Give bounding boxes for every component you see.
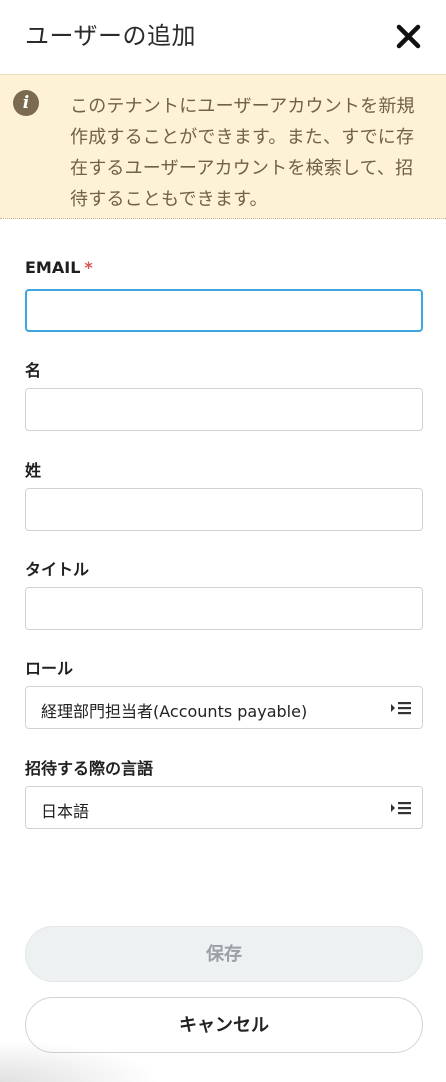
- first-name-label: 名: [25, 361, 42, 380]
- invite-language-selected-value: 日本語: [41, 802, 90, 821]
- first-name-input[interactable]: [25, 388, 423, 431]
- required-mark: *: [84, 258, 93, 277]
- last-name-input[interactable]: [25, 488, 423, 531]
- last-name-label: 姓: [25, 461, 42, 480]
- job-title-label: タイトル: [25, 560, 90, 579]
- panel-header: ユーザーの追加: [0, 0, 446, 74]
- invite-language-select[interactable]: 日本語: [25, 786, 423, 829]
- save-button[interactable]: 保存: [25, 926, 423, 982]
- role-selected-value: 経理部門担当者(Accounts payable): [41, 702, 308, 721]
- role-select[interactable]: 経理部門担当者(Accounts payable): [25, 686, 423, 729]
- email-input[interactable]: [25, 289, 423, 332]
- cancel-button[interactable]: キャンセル: [25, 997, 423, 1053]
- close-icon[interactable]: [393, 20, 425, 52]
- list-select-icon: [390, 799, 412, 817]
- email-label: EMAIL *: [25, 258, 93, 277]
- invite-language-label: 招待する際の言語: [25, 759, 154, 778]
- job-title-input[interactable]: [25, 587, 423, 630]
- info-notice-text: このテナントにユーザーアカウントを新規作成することができます。また、すでに存在す…: [70, 96, 415, 210]
- info-notice: i このテナントにユーザーアカウントを新規作成することができます。また、すでに存…: [0, 74, 446, 219]
- email-label-text: EMAIL: [25, 258, 81, 277]
- list-select-icon: [390, 699, 412, 717]
- add-user-panel: ユーザーの追加 i このテナントにユーザーアカウントを新規作成することができます…: [0, 0, 446, 1082]
- panel-title: ユーザーの追加: [25, 22, 197, 50]
- info-icon: i: [13, 90, 39, 116]
- role-label: ロール: [25, 659, 74, 678]
